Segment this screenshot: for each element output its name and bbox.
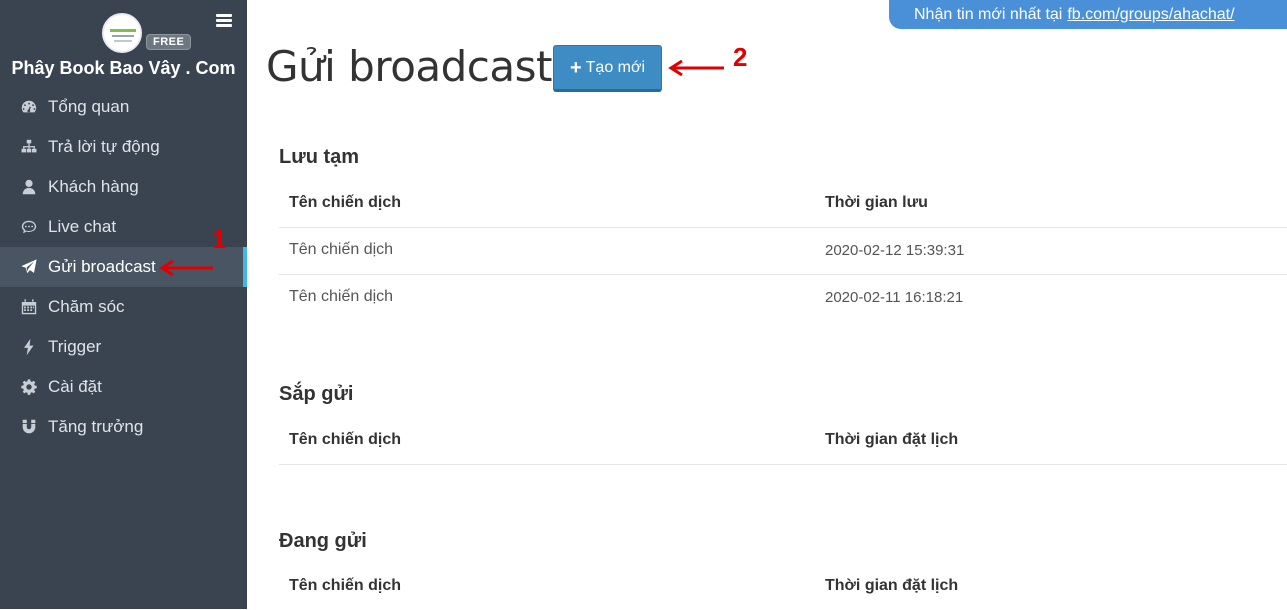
column-header-campaign-name: Tên chiến dịch (289, 431, 402, 448)
paper-plane-icon (19, 257, 39, 277)
saved-time-cell: 2020-02-12 15:39:31 (825, 242, 965, 259)
table-header-row: Tên chiến dịch Thời gian đặt lịch (279, 418, 1287, 465)
scheduled-table: Tên chiến dịch Thời gian đặt lịch (279, 418, 1287, 465)
campaign-name-cell[interactable]: Tên chiến dịch (289, 288, 393, 306)
annotation-arrow-1-icon (159, 259, 213, 277)
sidebar-item-label: Khách hàng (48, 177, 139, 196)
table-header-row: Tên chiến dịch Thời gian lưu (279, 181, 1287, 228)
sending-table: Tên chiến dịch Thời gian đặt lịch (279, 564, 1287, 610)
brand-name: Phây Book Bao Vây . Com (11, 58, 236, 78)
sidebar-item-khach-hang[interactable]: Khách hàng (0, 167, 247, 207)
notice-link[interactable]: fb.com/groups/ahachat/ (1067, 6, 1234, 24)
saved-time-cell: 2020-02-11 16:18:21 (825, 289, 964, 306)
column-header-campaign-name: Tên chiến dịch (289, 194, 402, 211)
sidebar-item-cai-dat[interactable]: Cài đặt (0, 367, 247, 407)
chat-bubble-icon (19, 217, 39, 237)
annotation-number-2: 2 (733, 42, 748, 72)
sidebar-item-tra-loi-tu-dong[interactable]: Trả lời tự động (0, 127, 247, 167)
notice-text: Nhận tin mới nhất tại (914, 5, 1063, 23)
column-header-scheduled-time: Thời gian đặt lịch (825, 577, 959, 594)
section-title-drafts: Lưu tạm (279, 146, 360, 168)
hamburger-menu-icon[interactable] (216, 14, 232, 27)
page-title: Gửi broadcast (266, 42, 552, 91)
section-title-scheduled: Sắp gửi (279, 383, 354, 405)
gear-icon (19, 377, 39, 397)
sidebar-item-label: Gửi broadcast (48, 257, 156, 276)
magnet-icon (19, 417, 39, 437)
sidebar-item-label: Live chat (48, 217, 117, 236)
table-row[interactable]: Tên chiến dịch 2020-02-11 16:18:21 (279, 275, 1287, 321)
create-new-label: Tạo mới (585, 58, 646, 76)
campaign-name-cell[interactable]: Tên chiến dịch (289, 241, 393, 259)
sidebar-item-label: Trigger (48, 337, 102, 356)
calendar-icon (19, 297, 39, 317)
sidebar-item-tong-quan[interactable]: Tổng quan (0, 87, 247, 127)
bolt-icon (19, 337, 39, 357)
news-notice-banner: Nhận tin mới nhất tại fb.com/groups/ahac… (889, 0, 1287, 29)
sidebar-item-label: Tăng trưởng (48, 417, 144, 436)
plus-icon: + (569, 56, 582, 79)
sidebar: FREE Phây Book Bao Vây . Com Tổng quan T… (0, 0, 247, 609)
sidebar-item-label: Trả lời tự động (48, 137, 160, 156)
column-header-scheduled-time: Thời gian đặt lịch (825, 431, 959, 448)
annotation-arrow-2-icon (668, 59, 724, 77)
table-row[interactable]: Tên chiến dịch 2020-02-12 15:39:31 (279, 228, 1287, 275)
sitemap-icon (19, 137, 39, 157)
sidebar-item-trigger[interactable]: Trigger (0, 327, 247, 367)
sidebar-item-live-chat[interactable]: Live chat (0, 207, 247, 247)
user-icon (19, 177, 39, 197)
create-new-button[interactable]: + Tạo mới (553, 45, 662, 92)
drafts-table: Tên chiến dịch Thời gian lưu Tên chiến d… (279, 181, 1287, 321)
table-header-row: Tên chiến dịch Thời gian đặt lịch (279, 564, 1287, 610)
column-header-saved-time: Thời gian lưu (825, 194, 928, 211)
sidebar-item-label: Cài đặt (48, 377, 102, 396)
section-title-sending: Đang gửi (279, 530, 367, 552)
dashboard-icon (19, 97, 39, 117)
sidebar-item-label: Chăm sóc (48, 297, 125, 316)
column-header-campaign-name: Tên chiến dịch (289, 577, 402, 594)
annotation-number-1: 1 (212, 224, 227, 254)
plan-badge: FREE (146, 34, 192, 50)
sidebar-item-tang-truong[interactable]: Tăng trưởng (0, 407, 247, 447)
sidebar-item-cham-soc[interactable]: Chăm sóc (0, 287, 247, 327)
brand-logo[interactable] (102, 13, 142, 53)
sidebar-item-label: Tổng quan (48, 97, 130, 116)
